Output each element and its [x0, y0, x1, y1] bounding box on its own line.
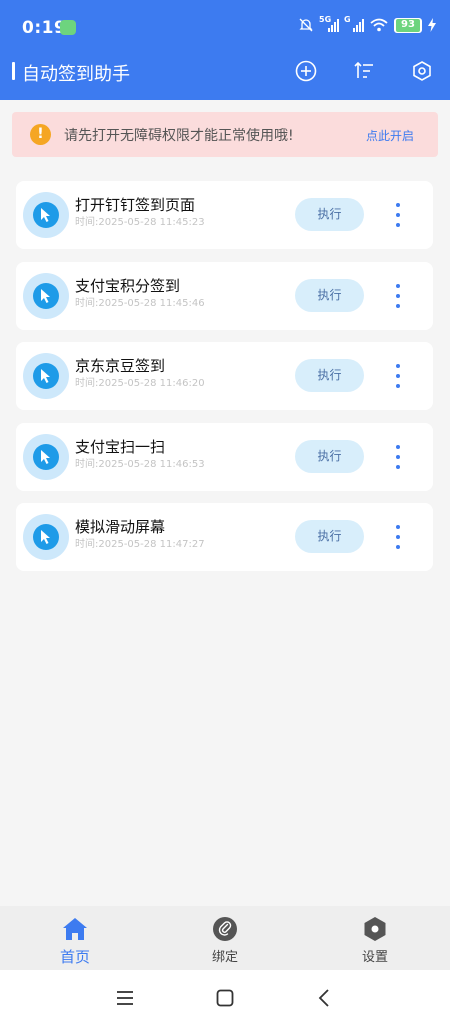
more-options-icon[interactable] — [392, 364, 404, 388]
task-name: 打开钉钉签到页面 — [75, 196, 196, 214]
execute-button[interactable]: 执行 — [295, 198, 364, 231]
task-name: 支付宝积分签到 — [75, 276, 181, 295]
cursor-click-icon — [41, 530, 50, 544]
execute-button[interactable]: 执行 — [295, 359, 364, 392]
title-accent-bar — [12, 62, 15, 80]
warning-icon: ! — [30, 124, 51, 145]
task-time: 时间:2025-05-28 11:45:23 — [75, 217, 205, 228]
nav-settings[interactable]: 设置 — [325, 916, 425, 965]
home-icon — [63, 918, 87, 940]
cursor-click-icon — [41, 369, 50, 383]
task-name: 模拟滑动屏幕 — [75, 518, 166, 536]
task-time: 时间:2025-05-28 11:46:53 — [75, 458, 205, 470]
app-title: 自动签到助手 — [22, 64, 130, 85]
nav-home-label: 首页 — [59, 948, 90, 966]
notice-text: 请先打开无障碍权限才能正常使用哦! — [64, 128, 294, 144]
cursor-click-icon — [41, 288, 50, 303]
battery-icon: 93 — [394, 17, 422, 33]
nav-bind[interactable]: 绑定 — [175, 916, 275, 965]
home-system-button[interactable] — [215, 988, 235, 1008]
back-button[interactable] — [314, 988, 334, 1008]
task-icon — [23, 353, 69, 399]
task-name: 支付宝扫一扫 — [75, 437, 166, 456]
task-icon — [23, 514, 69, 560]
settings-button[interactable] — [410, 59, 434, 83]
app-bar: 自动签到助手 — [0, 50, 450, 100]
task-time: 时间:2025-05-28 11:46:20 — [75, 378, 205, 389]
task-card[interactable]: 支付宝积分签到 时间:2025-05-28 11:45:46 执行 — [16, 261, 433, 330]
link-icon — [213, 917, 237, 941]
settings-hexagon-icon — [413, 61, 431, 81]
nav-bind-label: 绑定 — [211, 950, 238, 965]
add-task-button[interactable] — [294, 59, 318, 83]
battery-level: 93 — [396, 18, 420, 32]
task-icon — [23, 433, 69, 480]
execute-button[interactable]: 执行 — [295, 520, 364, 553]
back-chevron-icon — [318, 989, 329, 1007]
cursor-click-icon — [41, 208, 50, 222]
more-options-icon[interactable] — [392, 203, 404, 227]
cursor-click-icon — [41, 449, 50, 464]
more-options-icon[interactable] — [392, 444, 404, 469]
execute-button[interactable]: 执行 — [295, 439, 364, 473]
task-time: 时间:2025-05-28 11:45:46 — [75, 297, 205, 309]
nav-home[interactable]: 首页 — [25, 916, 125, 967]
system-nav-bar — [0, 970, 450, 1025]
add-circle-icon — [295, 60, 317, 82]
enable-accessibility-link[interactable]: 点此开启 — [366, 127, 414, 144]
task-card[interactable]: 模拟滑动屏幕 时间:2025-05-28 11:47:27 执行 — [16, 503, 433, 571]
status-icons: 5G G 93 — [298, 15, 436, 33]
accessibility-notice: ! 请先打开无障碍权限才能正常使用哦! 点此开启 — [12, 112, 438, 157]
nav-settings-label: 设置 — [361, 950, 388, 965]
settings-icon — [364, 917, 386, 941]
wifi-icon — [370, 18, 388, 32]
sort-button[interactable] — [352, 59, 376, 83]
task-card[interactable]: 京东京豆签到 时间:2025-05-28 11:46:20 执行 — [16, 342, 433, 410]
more-options-icon[interactable] — [392, 525, 404, 549]
bottom-nav: 首页 绑定 设置 — [0, 906, 450, 970]
charging-icon — [428, 18, 436, 32]
signal-5g-icon: 5G — [319, 15, 339, 32]
recent-apps-button[interactable] — [115, 988, 135, 1008]
task-card[interactable]: 打开钉钉签到页面 时间:2025-05-28 11:45:23 执行 — [16, 181, 433, 249]
status-bar: 0:19 5G G 93 — [0, 0, 450, 50]
task-time: 时间:2025-05-28 11:47:27 — [75, 539, 205, 550]
sort-icon — [354, 61, 373, 78]
task-icon — [23, 272, 69, 319]
square-icon — [216, 989, 234, 1007]
task-icon — [23, 192, 69, 238]
task-list: 打开钉钉签到页面 时间:2025-05-28 11:45:23 执行 支付宝积分… — [16, 181, 433, 584]
task-name: 京东京豆签到 — [75, 357, 166, 375]
task-card[interactable]: 支付宝扫一扫 时间:2025-05-28 11:46:53 执行 — [16, 422, 433, 491]
mute-bell-icon — [299, 18, 313, 32]
menu-icon — [117, 991, 133, 1005]
execute-button[interactable]: 执行 — [295, 278, 364, 312]
notification-app-icon — [60, 20, 76, 35]
signal-g-icon: G — [344, 15, 364, 32]
more-options-icon[interactable] — [392, 283, 404, 308]
